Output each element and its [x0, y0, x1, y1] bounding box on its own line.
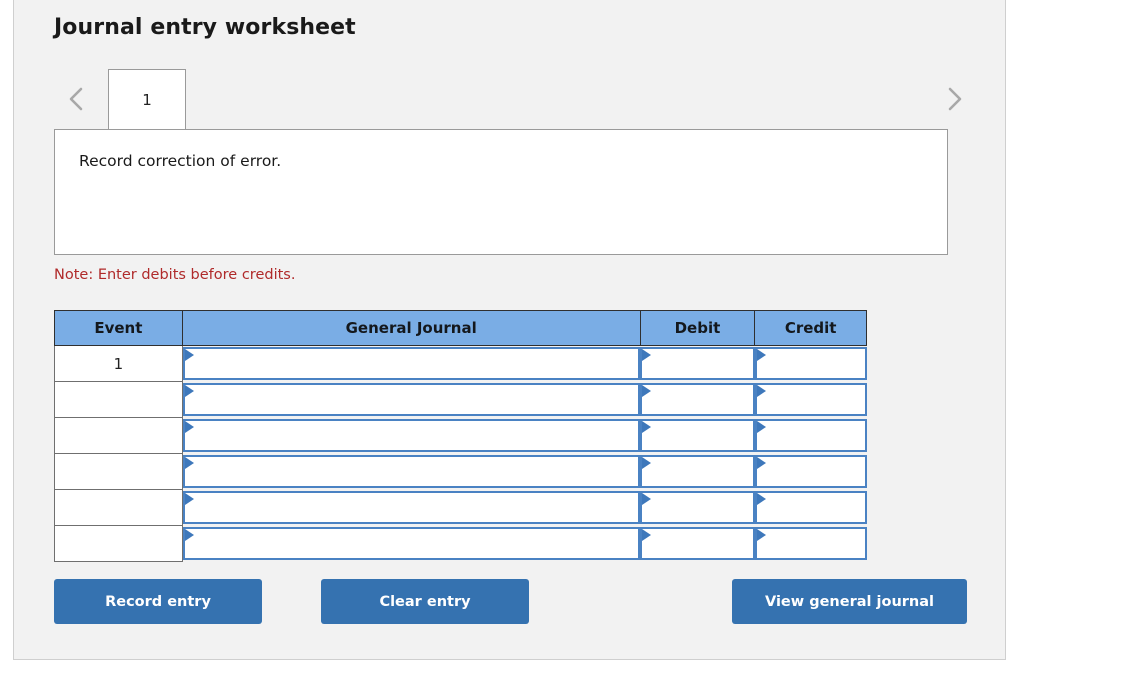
table-row [54, 381, 867, 418]
worksheet-tab-1[interactable]: 1 [108, 69, 186, 130]
debit-cell[interactable] [640, 381, 755, 418]
worksheet-tab-strip: 1 [14, 69, 1005, 131]
table-row [54, 525, 867, 562]
debit-input[interactable] [640, 347, 755, 380]
next-entry-button[interactable] [934, 75, 974, 123]
general-journal-input[interactable] [182, 347, 641, 380]
previous-entry-button[interactable] [56, 75, 96, 123]
general-journal-cell[interactable] [182, 525, 641, 562]
debit-cell[interactable] [640, 453, 755, 490]
debit-input[interactable] [640, 382, 755, 416]
page-title: Journal entry worksheet [54, 15, 356, 40]
credit-cell[interactable] [754, 489, 867, 526]
table-row [54, 489, 867, 526]
event-cell [54, 381, 183, 418]
table-row [54, 453, 867, 490]
column-header-general-journal: General Journal [181, 310, 641, 346]
table-row [54, 417, 867, 454]
general-journal-input[interactable] [182, 490, 641, 524]
column-header-credit: Credit [754, 310, 867, 346]
general-journal-input[interactable] [182, 454, 641, 488]
credit-cell[interactable] [754, 345, 867, 382]
general-journal-cell[interactable] [182, 489, 641, 526]
record-entry-button[interactable]: Record entry [54, 579, 262, 624]
entry-description-box: Record correction of error. [54, 129, 948, 255]
event-cell [54, 417, 183, 454]
journal-entry-screen: Journal entry worksheet 1 Record correct… [0, 0, 1142, 681]
general-journal-input[interactable] [182, 418, 641, 452]
debits-before-credits-note: Note: Enter debits before credits. [54, 267, 296, 283]
table-row: 1 [54, 345, 867, 382]
debit-cell[interactable] [640, 417, 755, 454]
column-header-debit: Debit [639, 310, 756, 346]
credit-input[interactable] [754, 526, 867, 560]
general-journal-cell[interactable] [182, 345, 641, 382]
credit-cell[interactable] [754, 453, 867, 490]
debit-cell[interactable] [640, 489, 755, 526]
clear-entry-button[interactable]: Clear entry [321, 579, 529, 624]
debit-input[interactable] [640, 490, 755, 524]
general-journal-input[interactable] [182, 382, 641, 416]
chevron-right-icon [944, 84, 964, 114]
debit-cell[interactable] [640, 525, 755, 562]
debit-cell[interactable] [640, 345, 755, 382]
table-header-row: Event General Journal Debit Credit [54, 310, 867, 346]
credit-input[interactable] [754, 418, 867, 452]
general-journal-cell[interactable] [182, 453, 641, 490]
event-cell [54, 453, 183, 490]
credit-input[interactable] [754, 347, 867, 380]
chevron-left-icon [66, 84, 86, 114]
general-journal-input[interactable] [182, 526, 641, 560]
debit-input[interactable] [640, 454, 755, 488]
debit-input[interactable] [640, 418, 755, 452]
general-journal-cell[interactable] [182, 381, 641, 418]
credit-cell[interactable] [754, 525, 867, 562]
credit-input[interactable] [754, 490, 867, 524]
event-cell [54, 525, 183, 562]
view-general-journal-button[interactable]: View general journal [732, 579, 967, 624]
credit-input[interactable] [754, 382, 867, 416]
credit-cell[interactable] [754, 417, 867, 454]
credit-input[interactable] [754, 454, 867, 488]
event-cell: 1 [54, 345, 183, 382]
credit-cell[interactable] [754, 381, 867, 418]
journal-entry-table: Event General Journal Debit Credit 1 [54, 310, 867, 562]
entry-description-text: Record correction of error. [79, 152, 282, 170]
journal-entry-worksheet-panel: Journal entry worksheet 1 Record correct… [13, 0, 1006, 660]
event-cell [54, 489, 183, 526]
general-journal-cell[interactable] [182, 417, 641, 454]
debit-input[interactable] [640, 526, 755, 560]
column-header-event: Event [54, 310, 183, 346]
